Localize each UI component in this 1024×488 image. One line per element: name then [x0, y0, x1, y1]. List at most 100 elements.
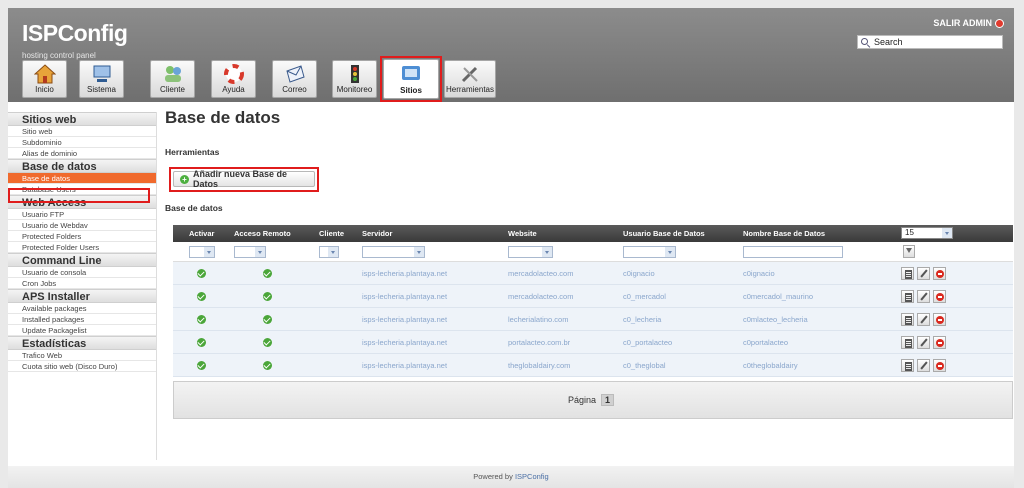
- per-page-select[interactable]: 15: [901, 227, 953, 239]
- table-header: Activar Acceso Remoto Cliente Servidor W…: [173, 225, 1013, 242]
- delete-icon[interactable]: [933, 313, 946, 326]
- cell-website[interactable]: mercadolacteo.com: [508, 285, 573, 308]
- sidebar-section-command-line: Command Line: [8, 253, 156, 267]
- highlight-sitios-tab: [380, 56, 442, 102]
- footer-link[interactable]: ISPConfig: [515, 472, 549, 481]
- check-icon: [197, 361, 206, 370]
- cell-servidor[interactable]: isps-lecheria.plantaya.net: [362, 354, 447, 377]
- cell-servidor[interactable]: isps-lecheria.plantaya.net: [362, 285, 447, 308]
- cell-nombre-bd[interactable]: c0portalacteo: [743, 331, 788, 354]
- filter-icon[interactable]: [903, 245, 915, 258]
- sidebar-item-alias-dominio[interactable]: Alias de dominio: [8, 148, 156, 159]
- sidebar-item-usuario-webdav[interactable]: Usuario de Webdav: [8, 220, 156, 231]
- sidebar-item-base-datos[interactable]: Base de datos: [8, 173, 156, 184]
- delete-icon[interactable]: [933, 359, 946, 372]
- sidebar-item-trafico-web[interactable]: Trafico Web: [8, 350, 156, 361]
- col-activar[interactable]: Activar: [189, 225, 214, 242]
- sidebar-item-usuario-ftp[interactable]: Usuario FTP: [8, 209, 156, 220]
- tools-icon: [461, 66, 478, 83]
- tab-herramientas[interactable]: Herramientas: [444, 60, 496, 98]
- sidebar-item-protected-folders[interactable]: Protected Folders: [8, 231, 156, 242]
- db-table-icon[interactable]: [901, 267, 914, 280]
- cell-usuario-bd[interactable]: c0_theglobal: [623, 354, 666, 377]
- filter-cliente[interactable]: [319, 246, 339, 258]
- cell-website[interactable]: portalacteo.com.br: [508, 331, 570, 354]
- search-icon: [861, 37, 870, 47]
- table-row: isps-lecheria.plantaya.net portalacteo.c…: [173, 331, 1013, 354]
- sidebar-item-available-packages[interactable]: Available packages: [8, 303, 156, 314]
- edit-icon[interactable]: [917, 313, 930, 326]
- chevron-down-icon: [665, 247, 675, 257]
- help-icon: [223, 64, 244, 84]
- filter-servidor[interactable]: [362, 246, 425, 258]
- filter-website[interactable]: [508, 246, 553, 258]
- filter-row: [173, 242, 1013, 262]
- db-table-icon[interactable]: [901, 336, 914, 349]
- pagination-label: Página: [568, 395, 597, 405]
- edit-icon[interactable]: [917, 290, 930, 303]
- col-website[interactable]: Website: [508, 225, 537, 242]
- edit-icon[interactable]: [917, 336, 930, 349]
- cell-usuario-bd[interactable]: c0_portalacteo: [623, 331, 672, 354]
- filter-usuario-bd[interactable]: [623, 246, 676, 258]
- col-servidor[interactable]: Servidor: [362, 225, 392, 242]
- cell-website[interactable]: lecherialatino.com: [508, 308, 568, 331]
- db-table-icon[interactable]: [901, 313, 914, 326]
- filter-nombre-bd[interactable]: [743, 246, 843, 258]
- table-row: isps-lecheria.plantaya.net lecherialatin…: [173, 308, 1013, 331]
- cell-nombre-bd[interactable]: c0mercadol_maurino: [743, 285, 813, 308]
- sidebar-item-update-packagelist[interactable]: Update Packagelist: [8, 325, 156, 336]
- delete-icon[interactable]: [933, 267, 946, 280]
- sidebar-item-sitio-web[interactable]: Sitio web: [8, 126, 156, 137]
- sidebar-item-protected-folder-users[interactable]: Protected Folder Users: [8, 242, 156, 253]
- sidebar-item-usuario-consola[interactable]: Usuario de consola: [8, 267, 156, 278]
- edit-icon[interactable]: [917, 267, 930, 280]
- table-row: isps-lecheria.plantaya.net theglobaldair…: [173, 354, 1013, 377]
- tab-monitoreo[interactable]: Monitoreo: [332, 60, 377, 98]
- delete-icon[interactable]: [933, 290, 946, 303]
- cell-nombre-bd[interactable]: c0ignacio: [743, 262, 775, 285]
- tab-correo[interactable]: Correo: [272, 60, 317, 98]
- tab-inicio[interactable]: Inicio: [22, 60, 67, 98]
- chevron-down-icon: [204, 247, 214, 257]
- col-nombre-bd[interactable]: Nombre Base de Datos: [743, 225, 825, 242]
- sidebar-item-cron-jobs[interactable]: Cron Jobs: [8, 278, 156, 289]
- db-table-icon[interactable]: [901, 359, 914, 372]
- col-acceso-remoto[interactable]: Acceso Remoto: [234, 225, 291, 242]
- cell-website[interactable]: theglobaldairy.com: [508, 354, 570, 377]
- sidebar-item-installed-packages[interactable]: Installed packages: [8, 314, 156, 325]
- row-actions: [901, 336, 946, 349]
- chevron-down-icon: [942, 228, 952, 238]
- row-actions: [901, 313, 946, 326]
- sidebar-item-cuota-sitio-web[interactable]: Cuota sitio web (Disco Duro): [8, 361, 156, 372]
- cell-website[interactable]: mercadolacteo.com: [508, 262, 573, 285]
- search-input[interactable]: Search: [857, 35, 1003, 49]
- cell-nombre-bd[interactable]: c0theglobaldairy: [743, 354, 798, 377]
- per-page-value: 15: [905, 228, 914, 237]
- app-logo: ISPConfig: [22, 20, 128, 46]
- page-1-button[interactable]: 1: [601, 394, 615, 406]
- filter-activar[interactable]: [189, 246, 215, 258]
- cell-nombre-bd[interactable]: c0mlacteo_lecheria: [743, 308, 808, 331]
- cell-usuario-bd[interactable]: c0_mercadol: [623, 285, 666, 308]
- tab-sistema[interactable]: Sistema: [79, 60, 124, 98]
- cell-servidor[interactable]: isps-lecheria.plantaya.net: [362, 262, 447, 285]
- header: ISPConfig hosting control panel SALIR AD…: [8, 8, 1014, 102]
- logout-link[interactable]: SALIR ADMIN: [933, 18, 1004, 28]
- check-icon: [263, 269, 272, 278]
- edit-icon[interactable]: [917, 359, 930, 372]
- cell-servidor[interactable]: isps-lecheria.plantaya.net: [362, 331, 447, 354]
- cell-usuario-bd[interactable]: c0ignacio: [623, 262, 655, 285]
- sidebar-item-subdominio[interactable]: Subdominio: [8, 137, 156, 148]
- col-usuario-bd[interactable]: Usuario Base de Datos: [623, 225, 705, 242]
- check-icon: [197, 292, 206, 301]
- tab-ayuda[interactable]: Ayuda: [211, 60, 256, 98]
- delete-icon[interactable]: [933, 336, 946, 349]
- db-table-icon[interactable]: [901, 290, 914, 303]
- col-cliente[interactable]: Cliente: [319, 225, 344, 242]
- cell-servidor[interactable]: isps-lecheria.plantaya.net: [362, 308, 447, 331]
- tab-cliente[interactable]: Cliente: [150, 60, 195, 98]
- filter-acceso-remoto[interactable]: [234, 246, 266, 258]
- sidebar-divider: [156, 112, 157, 460]
- cell-usuario-bd[interactable]: c0_lecheria: [623, 308, 661, 331]
